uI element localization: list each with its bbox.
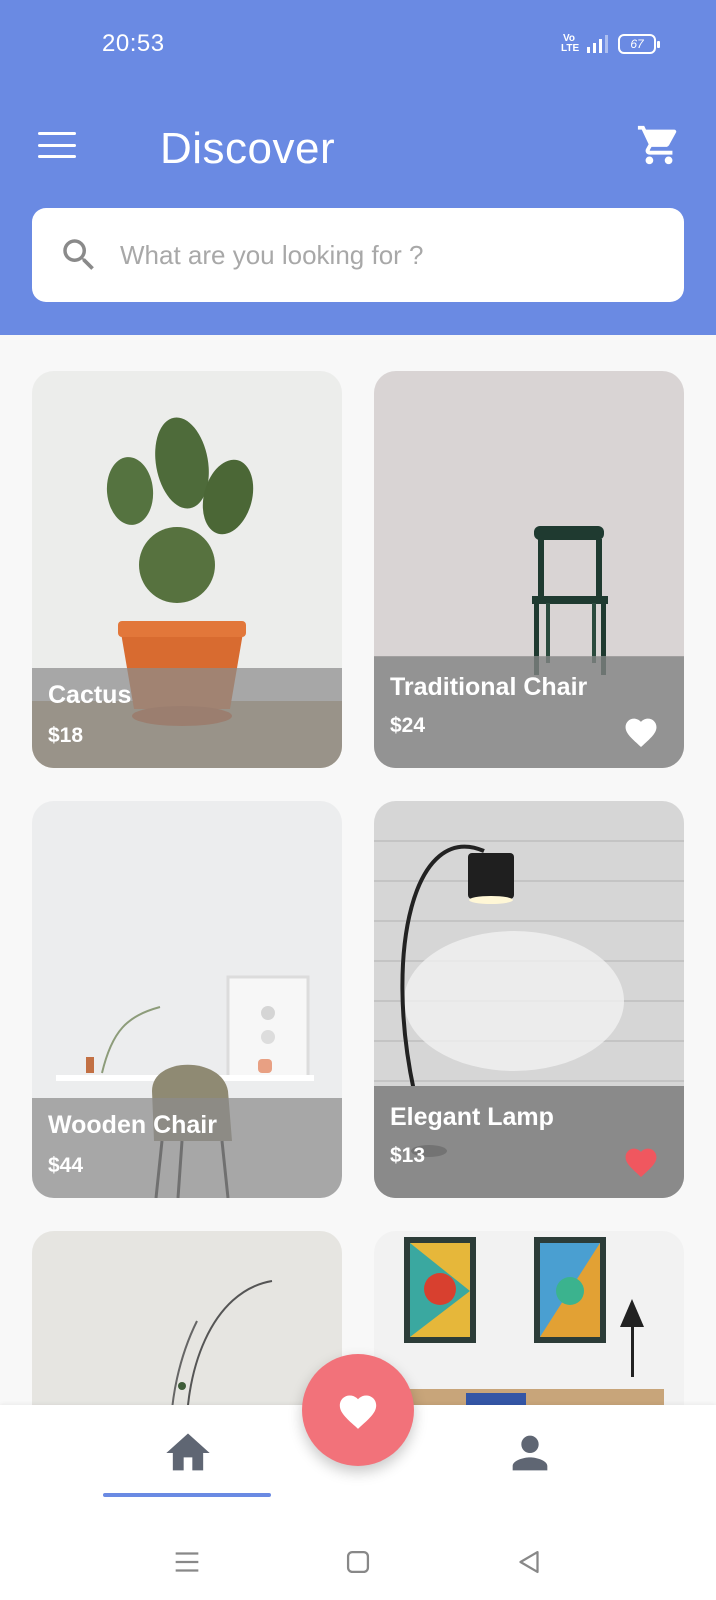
- product-price: $18: [48, 724, 84, 747]
- product-name: Wooden Chair: [48, 1111, 217, 1139]
- product-price: $24: [390, 714, 426, 737]
- search-input[interactable]: [120, 239, 640, 271]
- app-header: 20:53 Vo LTE 67 Discover: [0, 0, 716, 335]
- favorite-heart-icon[interactable]: [622, 1144, 660, 1178]
- favorite-heart-icon[interactable]: [622, 714, 660, 748]
- product-card-wooden-chair[interactable]: Wooden Chair $44: [32, 801, 342, 1198]
- search-bar[interactable]: [32, 208, 684, 302]
- product-card-elegant-lamp[interactable]: Elegant Lamp $13: [374, 801, 684, 1198]
- status-time: 20:53: [102, 30, 165, 57]
- home-icon[interactable]: [160, 1427, 216, 1479]
- active-tab-indicator: [103, 1493, 271, 1497]
- recent-apps-icon[interactable]: [170, 1545, 204, 1579]
- product-price: $13: [390, 1144, 426, 1167]
- product-card-traditional-chair[interactable]: Traditional Chair $24: [374, 371, 684, 768]
- status-icons: Vo LTE 67: [561, 33, 660, 54]
- volte-indicator: Vo LTE: [561, 33, 580, 54]
- battery-level: 67: [630, 37, 644, 51]
- product-price: $44: [48, 1154, 84, 1177]
- product-name: Elegant Lamp: [390, 1103, 554, 1131]
- heart-icon: [339, 1395, 377, 1429]
- profile-icon[interactable]: [504, 1427, 556, 1479]
- product-name: Traditional Chair: [390, 673, 588, 701]
- favorites-fab-button[interactable]: [302, 1354, 414, 1466]
- system-home-icon[interactable]: [341, 1545, 375, 1579]
- search-icon: [63, 239, 94, 270]
- page-title: Discover: [160, 124, 336, 173]
- product-name: Cactus: [48, 681, 132, 709]
- product-card-cactus[interactable]: Cactus $18: [32, 371, 342, 768]
- shopping-cart-icon[interactable]: [636, 122, 682, 168]
- system-navigation-bar: [0, 1525, 716, 1600]
- signal-icon: [587, 35, 608, 53]
- back-icon[interactable]: [512, 1545, 546, 1579]
- battery-icon: 67: [618, 34, 660, 54]
- hamburger-menu-icon[interactable]: [38, 132, 76, 158]
